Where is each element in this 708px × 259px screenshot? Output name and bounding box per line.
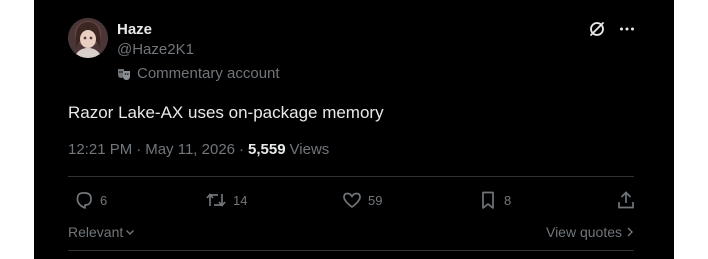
- meta-separator: ·: [239, 141, 244, 158]
- divider: [68, 250, 634, 251]
- avatar-image: [68, 18, 108, 58]
- post-time[interactable]: 12:21 PM: [68, 141, 132, 159]
- post-header-actions: [588, 20, 636, 38]
- comedy-mask-icon: [117, 67, 131, 81]
- replies-toolbar: Relevant View quotes: [68, 223, 634, 241]
- meta-separator: ·: [136, 141, 142, 158]
- share-button[interactable]: [616, 190, 636, 210]
- bookmark-count: 8: [504, 192, 512, 208]
- post-text: Razor Lake-AX uses on-package memory: [68, 103, 384, 122]
- like-button[interactable]: 59: [342, 190, 382, 210]
- views-label: Views: [289, 141, 330, 158]
- post-date[interactable]: May 11, 2026: [145, 141, 235, 159]
- account-label[interactable]: Commentary account: [117, 65, 280, 83]
- chevron-right-icon: [626, 226, 634, 238]
- views-count: 5,559: [248, 141, 286, 158]
- like-icon: [342, 190, 362, 210]
- post-metadata: 12:21 PM · May 11, 2026 · 5,559 Views: [68, 141, 329, 159]
- like-count: 59: [368, 192, 383, 208]
- reply-count: 6: [100, 192, 108, 208]
- repost-count: 14: [233, 192, 248, 208]
- repost-icon: [205, 190, 227, 210]
- account-label-text: Commentary account: [137, 65, 280, 82]
- share-icon: [616, 190, 636, 210]
- author-handle[interactable]: @Haze2K1: [117, 41, 194, 59]
- sort-label: Relevant: [68, 224, 124, 240]
- divider: [68, 176, 634, 177]
- author-name[interactable]: Haze: [117, 21, 152, 39]
- bookmark-button[interactable]: 8: [478, 190, 511, 210]
- post-card: Haze @Haze2K1 Commentary account Razor L…: [34, 0, 674, 259]
- repost-button[interactable]: 14: [205, 190, 247, 210]
- reply-icon: [74, 190, 94, 210]
- reply-button[interactable]: 6: [74, 190, 107, 210]
- chevron-down-icon: [125, 227, 135, 237]
- avatar[interactable]: [68, 18, 108, 58]
- view-quotes-link[interactable]: View quotes: [546, 223, 634, 241]
- grok-icon[interactable]: [588, 20, 606, 38]
- view-quotes-label: View quotes: [545, 224, 622, 240]
- action-bar: 6 14 59 8: [68, 190, 636, 212]
- more-icon[interactable]: [618, 20, 636, 38]
- sort-dropdown[interactable]: Relevant: [68, 223, 135, 241]
- bookmark-icon: [478, 190, 498, 210]
